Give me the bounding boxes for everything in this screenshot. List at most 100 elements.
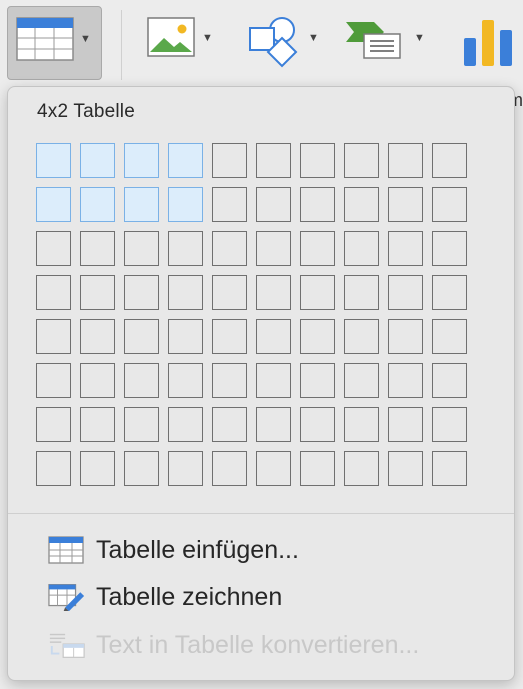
convert-text-menu-item: Text in Tabelle konvertieren... [48, 628, 419, 662]
grid-cell[interactable] [300, 275, 335, 310]
grid-cell[interactable] [168, 451, 203, 486]
grid-cell[interactable] [388, 231, 423, 266]
grid-cell[interactable] [80, 275, 115, 310]
grid-cell[interactable] [36, 275, 71, 310]
grid-cell-selected[interactable] [168, 143, 203, 178]
grid-cell[interactable] [344, 187, 379, 222]
grid-cell[interactable] [300, 143, 335, 178]
grid-cell[interactable] [432, 143, 467, 178]
grid-cell[interactable] [36, 451, 71, 486]
grid-cell[interactable] [344, 407, 379, 442]
menu-divider [8, 513, 514, 514]
grid-cell[interactable] [212, 143, 247, 178]
grid-cell[interactable] [256, 187, 291, 222]
grid-cell[interactable] [212, 363, 247, 398]
grid-cell[interactable] [168, 407, 203, 442]
grid-cell[interactable] [124, 231, 159, 266]
grid-cell[interactable] [212, 319, 247, 354]
grid-cell[interactable] [36, 407, 71, 442]
grid-cell-selected[interactable] [80, 143, 115, 178]
grid-cell[interactable] [124, 451, 159, 486]
grid-cell[interactable] [80, 319, 115, 354]
grid-cell[interactable] [432, 451, 467, 486]
grid-cell[interactable] [80, 451, 115, 486]
grid-cell[interactable] [212, 407, 247, 442]
draw-table-menu-item[interactable]: Tabelle zeichnen [48, 580, 282, 614]
grid-cell[interactable] [300, 231, 335, 266]
grid-cell[interactable] [124, 407, 159, 442]
grid-cell[interactable] [300, 319, 335, 354]
grid-cell[interactable] [212, 187, 247, 222]
grid-cell[interactable] [432, 231, 467, 266]
grid-cell-selected[interactable] [124, 187, 159, 222]
grid-cell[interactable] [344, 143, 379, 178]
grid-cell[interactable] [124, 363, 159, 398]
grid-cell[interactable] [80, 407, 115, 442]
toolbar-separator [121, 10, 122, 80]
grid-cell[interactable] [432, 407, 467, 442]
smartart-icon [346, 22, 401, 59]
grid-cell[interactable] [344, 319, 379, 354]
grid-cell[interactable] [388, 319, 423, 354]
chevron-down-icon: ▼ [80, 33, 91, 45]
grid-cell[interactable] [344, 275, 379, 310]
shapes-button[interactable]: ▼ [246, 6, 319, 80]
grid-cell[interactable] [432, 275, 467, 310]
grid-cell[interactable] [300, 451, 335, 486]
grid-cell-selected[interactable] [36, 187, 71, 222]
grid-cell[interactable] [124, 275, 159, 310]
grid-cell[interactable] [388, 275, 423, 310]
chart-button[interactable] [460, 6, 520, 80]
table-size-label: 4x2 Tabelle [37, 101, 135, 122]
grid-cell[interactable] [256, 451, 291, 486]
grid-cell[interactable] [256, 363, 291, 398]
grid-cell[interactable] [388, 187, 423, 222]
grid-cell[interactable] [36, 231, 71, 266]
grid-cell-selected[interactable] [124, 143, 159, 178]
grid-cell[interactable] [212, 231, 247, 266]
grid-cell[interactable] [256, 319, 291, 354]
grid-cell[interactable] [388, 451, 423, 486]
grid-cell[interactable] [80, 363, 115, 398]
grid-cell-selected[interactable] [168, 187, 203, 222]
grid-cell[interactable] [256, 143, 291, 178]
draw-table-label: Tabelle zeichnen [96, 582, 283, 611]
grid-cell[interactable] [80, 231, 115, 266]
grid-cell[interactable] [212, 451, 247, 486]
shapes-icon [249, 17, 298, 68]
grid-cell[interactable] [432, 363, 467, 398]
grid-cell[interactable] [388, 407, 423, 442]
smartart-button[interactable]: ▼ [344, 6, 425, 80]
grid-cell[interactable] [344, 363, 379, 398]
table-size-grid[interactable] [36, 143, 467, 486]
convert-text-label: Text in Tabelle konvertieren... [96, 630, 420, 659]
grid-cell[interactable] [432, 187, 467, 222]
table-button[interactable]: ▼ [7, 6, 102, 80]
grid-cell[interactable] [344, 451, 379, 486]
grid-cell[interactable] [432, 319, 467, 354]
grid-cell-selected[interactable] [36, 143, 71, 178]
grid-cell[interactable] [256, 407, 291, 442]
grid-cell[interactable] [168, 319, 203, 354]
grid-cell[interactable] [344, 231, 379, 266]
grid-cell[interactable] [300, 187, 335, 222]
grid-cell[interactable] [256, 275, 291, 310]
grid-cell[interactable] [168, 275, 203, 310]
grid-cell[interactable] [212, 275, 247, 310]
picture-icon [147, 17, 195, 57]
grid-cell[interactable] [388, 143, 423, 178]
grid-cell[interactable] [168, 363, 203, 398]
table-icon [16, 17, 74, 61]
grid-cell[interactable] [124, 319, 159, 354]
insert-table-label: Tabelle einfügen... [96, 535, 299, 564]
grid-cell[interactable] [36, 363, 71, 398]
picture-button[interactable]: ▼ [146, 6, 213, 80]
insert-table-menu-item[interactable]: Tabelle einfügen... [48, 533, 299, 567]
grid-cell[interactable] [256, 231, 291, 266]
grid-cell[interactable] [168, 231, 203, 266]
grid-cell[interactable] [300, 407, 335, 442]
grid-cell[interactable] [300, 363, 335, 398]
grid-cell-selected[interactable] [80, 187, 115, 222]
grid-cell[interactable] [388, 363, 423, 398]
grid-cell[interactable] [36, 319, 71, 354]
